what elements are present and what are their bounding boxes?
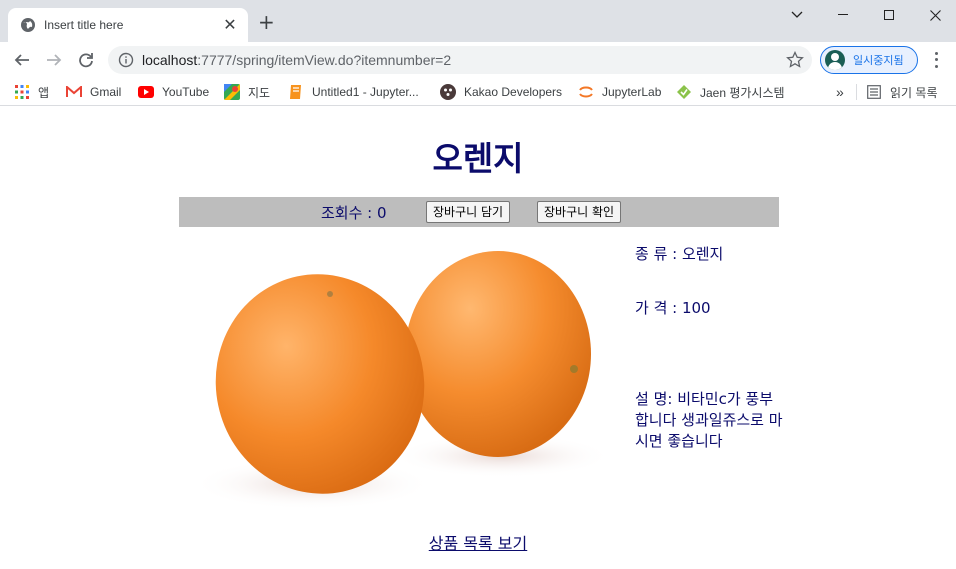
bookmark-gmail[interactable]: Gmail	[66, 83, 121, 101]
jaen-icon	[676, 84, 692, 100]
tab-search-chevron-icon[interactable]	[774, 2, 820, 28]
item-description: 설 명: 비타민c가 풍부합니다 생과일쥬스로 마시면 좋습니다	[635, 390, 783, 450]
reading-list[interactable]: 읽기 목록	[866, 83, 938, 101]
bookmark-label: 앱	[38, 85, 50, 100]
view-cart-button[interactable]: 장바구니 확인	[537, 201, 622, 223]
forward-arrow-icon[interactable]	[42, 49, 66, 71]
address-bar[interactable]: localhost:7777/spring/itemView.do?itemnu…	[108, 46, 812, 74]
back-arrow-icon[interactable]	[10, 49, 34, 71]
notebook-icon	[288, 84, 304, 100]
view-count: 조회수 : 0	[321, 204, 387, 222]
reading-list-icon	[866, 84, 882, 100]
page-content: 오렌지 조회수 : 0 장바구니 담기 장바구니 확인 종 류: 오렌지 가 …	[0, 107, 956, 569]
reading-list-label: 읽기 목록	[890, 85, 938, 100]
item-image	[182, 234, 630, 522]
add-to-cart-button[interactable]: 장바구니 담기	[426, 201, 511, 223]
apps-grid-icon	[14, 84, 30, 100]
youtube-icon	[138, 84, 154, 100]
product-list-link[interactable]: 상품 목록 보기	[0, 530, 956, 554]
bookmark-jupyterlab[interactable]: JupyterLab	[578, 83, 661, 101]
divider	[856, 84, 857, 100]
menu-kebab-icon[interactable]	[930, 50, 942, 70]
close-tab-icon[interactable]: ✕	[222, 17, 238, 33]
maps-icon	[224, 84, 240, 100]
profile-button[interactable]: 일시중지됨	[820, 46, 918, 74]
minimize-icon[interactable]	[820, 2, 866, 28]
bookmark-label: Jaen 평가시스템	[700, 85, 785, 100]
item-action-bar: 조회수 : 0 장바구니 담기 장바구니 확인	[179, 197, 779, 227]
bookmark-jaen[interactable]: Jaen 평가시스템	[676, 83, 785, 101]
close-window-icon[interactable]	[912, 2, 956, 28]
globe-icon	[21, 18, 35, 32]
item-kind: 종 류 : 오렌지	[635, 245, 724, 263]
bookmark-jupyter-notebook[interactable]: Untitled1 - Jupyter...	[288, 83, 419, 101]
gmail-icon	[66, 84, 82, 100]
maximize-icon[interactable]	[866, 2, 912, 28]
bookmark-kakao[interactable]: Kakao Developers	[440, 83, 562, 101]
site-info-icon[interactable]	[118, 52, 134, 68]
tab-title: Insert title here	[44, 18, 124, 32]
reload-icon[interactable]	[74, 49, 98, 71]
browser-toolbar: localhost:7777/spring/itemView.do?itemnu…	[0, 42, 956, 78]
bookmark-label: YouTube	[162, 85, 210, 99]
bookmark-youtube[interactable]: YouTube	[138, 83, 209, 101]
url-host: localhost	[142, 52, 198, 68]
bookmark-label: JupyterLab	[602, 85, 662, 99]
kakao-icon	[440, 84, 456, 100]
profile-status: 일시중지됨	[853, 54, 904, 67]
bookmark-maps[interactable]: 지도	[224, 83, 270, 101]
tab-strip: Insert title here ✕ +	[0, 0, 956, 42]
bookmark-apps[interactable]: 앱	[14, 83, 49, 101]
bookmark-label: Kakao Developers	[464, 85, 563, 99]
bookmark-star-icon[interactable]	[786, 51, 804, 69]
bookmarks-bar: 앱 Gmail YouTube 지도 Untitled1 - Jupyter..…	[0, 78, 956, 106]
new-tab-icon[interactable]: +	[258, 12, 275, 32]
bookmark-label: Gmail	[90, 85, 122, 99]
jupyter-icon	[578, 84, 594, 100]
item-title: 오렌지	[432, 139, 524, 178]
browser-tab[interactable]: Insert title here ✕	[8, 8, 248, 42]
bookmark-label: 지도	[248, 85, 271, 100]
avatar-icon	[825, 50, 845, 70]
item-price: 가 격 : 100	[635, 299, 711, 317]
more-bookmarks-icon[interactable]: »	[836, 83, 844, 101]
url-path: :7777/spring/itemView.do?itemnumber=2	[197, 52, 452, 68]
bookmark-label: Untitled1 - Jupyter...	[312, 85, 419, 99]
